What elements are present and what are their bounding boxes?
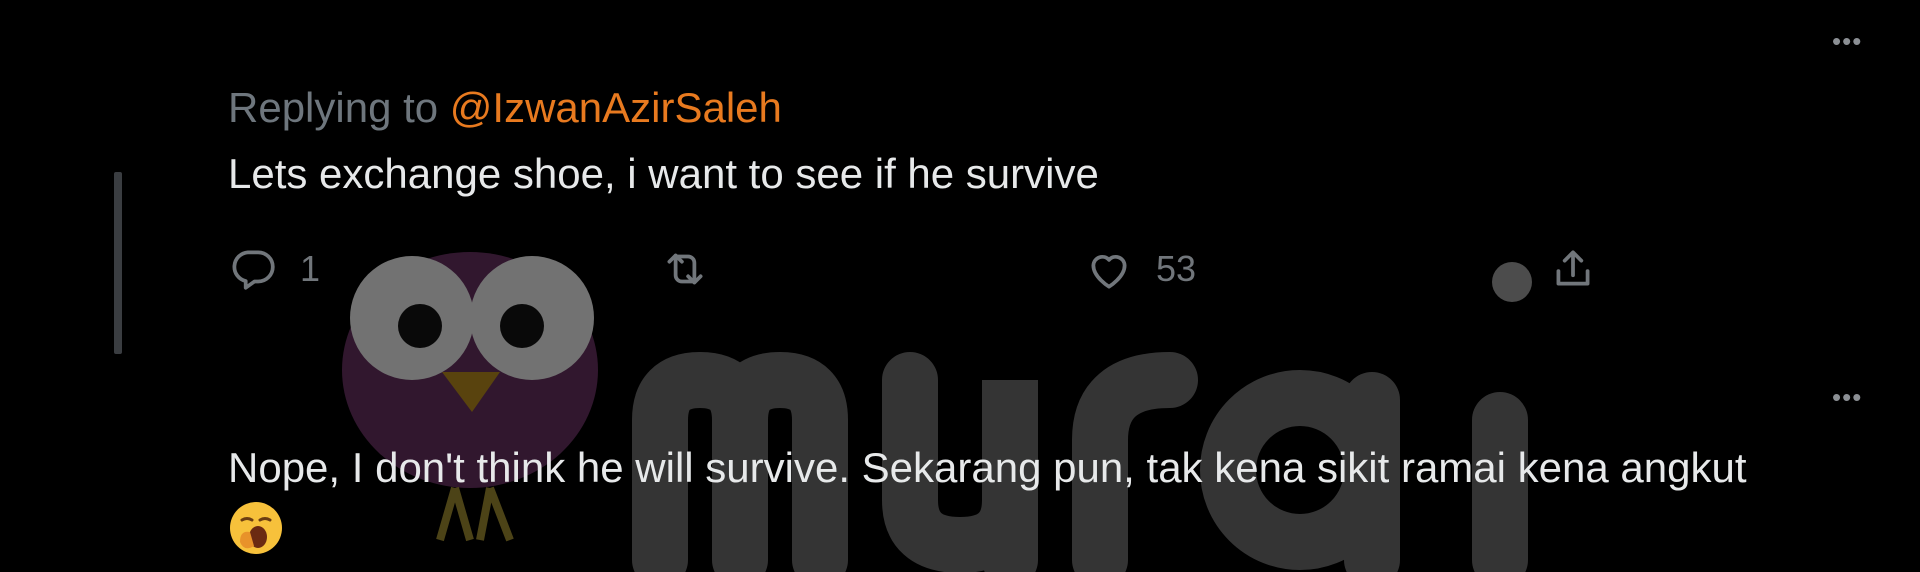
share-icon	[1556, 250, 1590, 286]
retweet-icon	[667, 253, 703, 285]
twitter-thread-screenshot: ••• Replying to @IzwanAzirSaleh Lets exc…	[0, 0, 1920, 572]
reply-count: 1	[300, 248, 321, 289]
tweet2-text: Nope, I don't think he will survive. Sek…	[228, 444, 1747, 491]
reply-button[interactable]: 1	[228, 244, 320, 294]
retweet-button[interactable]	[660, 244, 732, 294]
yawning-face-icon	[230, 502, 282, 554]
thread-connector-line	[114, 172, 122, 354]
like-count: 53	[1156, 248, 1197, 289]
reply-icon	[232, 250, 275, 290]
replying-handle-link[interactable]: @IzwanAzirSaleh	[450, 84, 782, 131]
like-button[interactable]: 53	[1084, 244, 1196, 294]
replying-prefix: Replying to	[228, 84, 439, 131]
tweet1-text: Lets exchange shoe, i want to see if he …	[228, 150, 1099, 197]
tweet1-action-bar: 1 53	[228, 244, 1628, 296]
replying-to-line: Replying to @IzwanAzirSaleh	[228, 84, 782, 132]
tweet1-more-button[interactable]: •••	[1832, 28, 1862, 54]
share-button[interactable]	[1548, 244, 1598, 294]
heart-icon	[1091, 254, 1127, 289]
tweet2-more-button[interactable]: •••	[1832, 384, 1862, 410]
